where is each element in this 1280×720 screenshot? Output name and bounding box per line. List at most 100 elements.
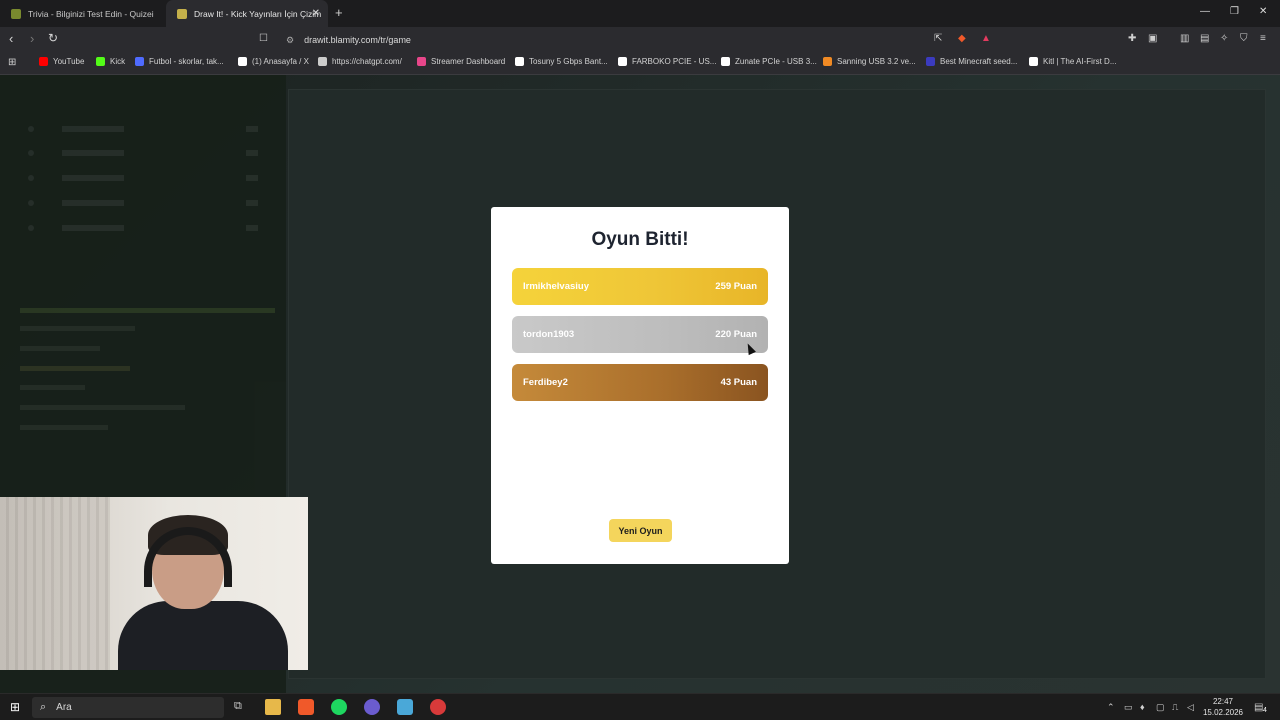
leaderboard-row bbox=[28, 225, 258, 235]
bookmark-favicon-icon bbox=[1029, 57, 1038, 66]
task-view-icon[interactable]: ⧉ bbox=[234, 700, 242, 713]
bookmark-favicon-icon bbox=[618, 57, 627, 66]
app-icon[interactable] bbox=[397, 699, 413, 715]
restore-icon[interactable]: ❐ bbox=[1230, 6, 1239, 17]
webcam-overlay bbox=[0, 497, 308, 670]
bookmark-page-icon[interactable]: ☐ bbox=[259, 33, 268, 44]
bookmark-chatgpt[interactable]: https://chatgpt.com/ bbox=[318, 57, 402, 66]
player-name: Ferdibey2 bbox=[523, 377, 568, 388]
bookmark-kitl[interactable]: Kitl | The AI-First D... bbox=[1029, 57, 1117, 66]
microphone-icon[interactable]: ♦ bbox=[1140, 702, 1145, 712]
tray-chevron-icon[interactable]: ⌃ bbox=[1107, 702, 1115, 713]
file-explorer-icon[interactable] bbox=[265, 699, 281, 715]
chat-line bbox=[20, 385, 85, 390]
bookmark-zunate[interactable]: Zunate PCIe - USB 3... bbox=[721, 57, 817, 66]
modal-title: Oyun Bitti! bbox=[591, 229, 689, 250]
browser-toolbar: ‹ › ↻ ☐ ⚙ drawit.blamity.com/tr/game ⇱ ◆… bbox=[0, 27, 1280, 53]
leaderboard-row bbox=[28, 150, 258, 160]
leo-ai-icon[interactable]: ✧ bbox=[1220, 33, 1228, 44]
brave-rewards-icon[interactable]: ▲ bbox=[981, 33, 991, 44]
tray-icon[interactable]: ▢ bbox=[1156, 702, 1165, 713]
vpn-icon[interactable]: ⛉ bbox=[1240, 33, 1248, 44]
volume-icon[interactable]: ◁ bbox=[1187, 702, 1194, 713]
tab-drawit[interactable]: Draw It! - Kick Yayınları İçin Çizim ✕ bbox=[166, 0, 328, 27]
tab-title: Draw It! - Kick Yayınları İçin Çizim bbox=[194, 8, 322, 19]
bookmark-favicon-icon bbox=[318, 57, 327, 66]
player-name: Irmikhelvasiuy bbox=[523, 281, 590, 292]
brave-browser-icon[interactable] bbox=[298, 699, 314, 715]
bookmark-streamer-dashboard[interactable]: Streamer Dashboard bbox=[417, 57, 505, 66]
chat-line bbox=[20, 405, 185, 410]
clock-time: 22:47 bbox=[1212, 697, 1234, 706]
wallet-panel-icon[interactable]: ▤ bbox=[1200, 33, 1209, 44]
wallet-icon[interactable]: ▣ bbox=[1148, 33, 1157, 44]
leaderboard-row bbox=[28, 126, 258, 136]
reload-icon[interactable]: ↻ bbox=[48, 31, 58, 45]
forward-icon[interactable]: › bbox=[30, 31, 34, 46]
tab-trivia[interactable]: Trivia - Bilginizi Test Edin - Quizei bbox=[0, 0, 162, 27]
leaderboard-row bbox=[28, 175, 258, 185]
bookmark-x[interactable]: (1) Anasayfa / X bbox=[238, 57, 309, 66]
chat-line bbox=[20, 366, 130, 371]
share-icon[interactable]: ⇱ bbox=[934, 33, 942, 44]
minimize-icon[interactable]: — bbox=[1200, 6, 1210, 17]
back-icon[interactable]: ‹ bbox=[9, 31, 13, 46]
tab-favicon-icon bbox=[11, 8, 21, 19]
bookmarks-bar: ⊞ YouTube Kick Futbol - skorlar, tak... … bbox=[0, 53, 1280, 75]
search-icon: ⌕ bbox=[40, 701, 47, 713]
notification-count: 4 bbox=[1263, 707, 1267, 714]
bookmark-favicon-icon bbox=[515, 57, 524, 66]
window-close-icon[interactable]: ✕ bbox=[1259, 6, 1267, 17]
tab-title: Trivia - Bilginizi Test Edin - Quizei bbox=[28, 8, 154, 19]
discord-icon[interactable] bbox=[364, 699, 380, 715]
site-settings-icon[interactable]: ⚙ bbox=[286, 35, 294, 46]
url-text: drawit.blamity.com/tr/game bbox=[304, 35, 411, 45]
bookmark-farboko[interactable]: FARBOKO PCIE - US... bbox=[618, 57, 716, 66]
bookmark-favicon-icon bbox=[926, 57, 935, 66]
tab-favicon-icon bbox=[177, 8, 187, 19]
bookmark-kick[interactable]: Kick bbox=[96, 57, 125, 66]
chat-line bbox=[20, 425, 108, 430]
result-third-place: Ferdibey2 43 Puan bbox=[512, 364, 768, 401]
browser-tab-strip: Trivia - Bilginizi Test Edin - Quizei Dr… bbox=[0, 0, 1280, 27]
bookmark-futbol[interactable]: Futbol - skorlar, tak... bbox=[135, 57, 224, 66]
address-bar[interactable]: ⚙ drawit.blamity.com/tr/game bbox=[280, 30, 1000, 50]
network-icon[interactable]: ⎍ bbox=[1172, 702, 1178, 713]
brave-shields-icon[interactable]: ◆ bbox=[958, 33, 966, 44]
taskbar-search[interactable]: ⌕ Ara bbox=[32, 697, 224, 718]
chat-line bbox=[20, 308, 275, 313]
apps-grid-icon[interactable]: ⊞ bbox=[8, 57, 16, 68]
windows-taskbar: ⊞ ⌕ Ara ⧉ ⌃ ▭ ♦ ▢ ⎍ ◁ 22:47 15.02.2026 ▤… bbox=[0, 693, 1280, 720]
sidebar-toggle-icon[interactable]: ▥ bbox=[1180, 33, 1189, 44]
bookmark-minecraft[interactable]: Best Minecraft seed... bbox=[926, 57, 1017, 66]
player-score: 220 Puan bbox=[715, 329, 757, 340]
search-placeholder: Ara bbox=[56, 702, 72, 713]
player-name: tordon1903 bbox=[523, 329, 575, 340]
new-tab-button[interactable]: + bbox=[335, 5, 343, 20]
bookmark-favicon-icon bbox=[417, 57, 426, 66]
game-over-modal: Oyun Bitti! Irmikhelvasiuy 259 Puan tord… bbox=[491, 207, 789, 564]
tab-close-icon[interactable]: ✕ bbox=[312, 8, 320, 19]
spotify-icon[interactable] bbox=[331, 699, 347, 715]
chat-line bbox=[20, 346, 100, 351]
clock-date: 15.02.2026 bbox=[1202, 708, 1244, 717]
menu-icon[interactable]: ≡ bbox=[1260, 33, 1266, 44]
extensions-icon[interactable]: ✚ bbox=[1128, 33, 1136, 44]
player-score: 259 Puan bbox=[715, 281, 757, 292]
new-game-button[interactable]: Yeni Oyun bbox=[609, 519, 672, 542]
taskbar-clock[interactable]: 22:47 15.02.2026 bbox=[1200, 696, 1246, 718]
tray-app-icon[interactable]: ▭ bbox=[1124, 702, 1133, 713]
bookmark-favicon-icon bbox=[238, 57, 247, 66]
chat-line bbox=[20, 326, 135, 331]
windows-start-icon[interactable]: ⊞ bbox=[10, 700, 20, 714]
window-blinds bbox=[0, 497, 110, 670]
bookmark-favicon-icon bbox=[39, 57, 48, 66]
bookmark-tosuny[interactable]: Tosuny 5 Gbps Bant... bbox=[515, 57, 608, 66]
obs-icon[interactable] bbox=[430, 699, 446, 715]
bookmark-youtube[interactable]: YouTube bbox=[39, 57, 84, 66]
bookmark-favicon-icon bbox=[135, 57, 144, 66]
bookmark-favicon-icon bbox=[96, 57, 105, 66]
bookmark-favicon-icon bbox=[823, 57, 832, 66]
result-first-place: Irmikhelvasiuy 259 Puan bbox=[512, 268, 768, 305]
bookmark-sanning[interactable]: Sanning USB 3.2 ve... bbox=[823, 57, 916, 66]
